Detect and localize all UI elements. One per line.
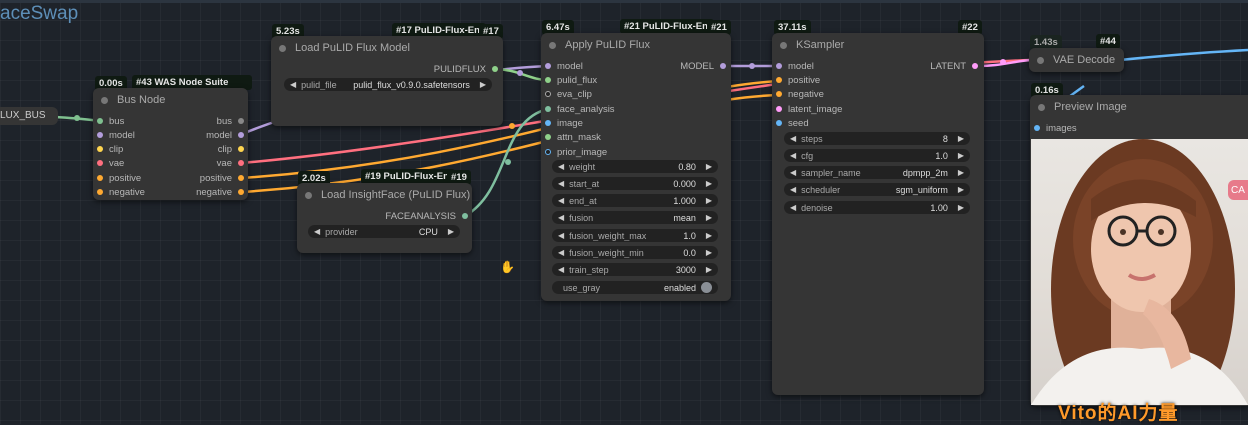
train-step-widget[interactable]: ◀ train_step 3000 ▶ (552, 263, 718, 276)
ksampler-title: KSampler (796, 39, 845, 51)
apply-pulid-title: Apply PuLID Flux (565, 39, 650, 51)
bus-in-negative[interactable]: negative (97, 187, 145, 198)
load-insight-tag: #19 PuLID-Flux-Enha (361, 169, 455, 184)
arrow-left-icon[interactable]: ◀ (314, 227, 320, 236)
apply-in-attn-mask[interactable]: attn_mask (545, 132, 601, 143)
bus-in-model[interactable]: model (97, 130, 135, 141)
cfg-widget[interactable]: ◀ cfg 1.0 ▶ (784, 149, 970, 162)
collapse-dot-icon[interactable] (305, 191, 312, 199)
end-at-widget[interactable]: ◀ end_at 1.000 ▶ (552, 194, 718, 207)
preview-in-images[interactable]: images (1034, 123, 1077, 134)
bus-in-positive[interactable]: positive (97, 173, 141, 184)
pulid-file-select[interactable]: ◀ pulid_file pulid_flux_v0.9.0.safetenso… (284, 78, 492, 91)
bus-out-vae[interactable]: vae (190, 158, 244, 169)
bus-out-positive[interactable]: positive (180, 173, 244, 184)
ksampler-node[interactable]: KSampler (772, 33, 984, 395)
ksampler-in-positive[interactable]: positive (776, 75, 820, 86)
bus-left-label: LUX_BUS (0, 110, 46, 121)
group-header-bar (0, 0, 1248, 3)
use-gray-toggle[interactable]: use_gray enabled (552, 281, 718, 294)
preview-title: Preview Image (1054, 101, 1127, 113)
bus-out-bus[interactable]: bus (190, 116, 244, 127)
collapse-dot-icon[interactable] (549, 41, 556, 49)
hand-cursor-icon: ✋ (500, 260, 515, 274)
apply-output-model[interactable]: MODEL (660, 61, 726, 72)
vae-decode-node[interactable]: VAE Decode (1029, 48, 1124, 72)
ksampler-output-latent[interactable]: LATENT (910, 61, 978, 72)
bus-out-clip[interactable]: clip (190, 144, 244, 155)
apply-in-eva-clip[interactable]: eva_clip (545, 89, 592, 100)
watermark-text: Vito的AI力量 (1058, 403, 1179, 424)
load-insight-title: Load InsightFace (PuLID Flux) (321, 189, 471, 201)
vae-decode-id: #44 (1096, 34, 1120, 49)
side-panel-button[interactable]: CA (1228, 180, 1248, 200)
fusion-weight-min-widget[interactable]: ◀ fusion_weight_min 0.0 ▶ (552, 246, 718, 259)
denoise-widget[interactable]: ◀ denoise 1.00 ▶ (784, 201, 970, 214)
collapse-dot-icon[interactable] (279, 44, 286, 52)
load-insight-output[interactable]: FACEANALYSIS (360, 211, 468, 222)
steps-widget[interactable]: ◀ steps 8 ▶ (784, 132, 970, 145)
bus-in-clip[interactable]: clip (97, 144, 123, 155)
apply-in-pulid-flux[interactable]: pulid_flux (545, 75, 597, 86)
collapse-dot-icon[interactable] (101, 96, 108, 104)
arrow-right-icon[interactable]: ▶ (448, 227, 454, 236)
toggle-knob-icon[interactable] (701, 282, 712, 293)
bus-out-negative[interactable]: negative (180, 187, 244, 198)
sampler-name-widget[interactable]: ◀ sampler_name dpmpp_2m ▶ (784, 166, 970, 179)
apply-in-model[interactable]: model (545, 61, 583, 72)
ksampler-in-negative[interactable]: negative (776, 89, 824, 100)
arrow-left-icon[interactable]: ◀ (290, 80, 296, 89)
bus-in-bus[interactable]: bus (97, 116, 124, 127)
load-pulid-title: Load PuLID Flux Model (295, 42, 410, 54)
bus-in-vae[interactable]: vae (97, 158, 124, 169)
load-pulid-output[interactable]: PULIDFLUX (400, 64, 498, 75)
provider-select[interactable]: ◀ provider CPU ▶ (308, 225, 460, 238)
vae-decode-title: VAE Decode (1053, 54, 1116, 66)
bus-node-title: Bus Node (117, 94, 166, 106)
scheduler-widget[interactable]: ◀ scheduler sgm_uniform ▶ (784, 183, 970, 196)
ksampler-in-seed[interactable]: seed (776, 118, 809, 129)
apply-in-prior-image[interactable]: prior_image (545, 147, 607, 158)
ksampler-in-latent[interactable]: latent_image (776, 104, 842, 115)
collapse-dot-icon[interactable] (1038, 103, 1045, 111)
apply-in-face-analysis[interactable]: face_analysis (545, 104, 615, 115)
arrow-right-icon[interactable]: ▶ (480, 80, 486, 89)
group-title: aceSwap (0, 3, 79, 24)
apply-pulid-tag: #21 PuLID-Flux-Enha (620, 19, 714, 34)
start-at-widget[interactable]: ◀ start_at 0.000 ▶ (552, 177, 718, 190)
collapse-dot-icon[interactable] (1037, 56, 1044, 64)
collapse-dot-icon[interactable] (780, 41, 787, 49)
bus-left-node[interactable]: LUX_BUS (0, 107, 58, 125)
fusion-weight-max-widget[interactable]: ◀ fusion_weight_max 1.0 ▶ (552, 229, 718, 242)
weight-widget[interactable]: ◀ weight 0.80 ▶ (552, 160, 718, 173)
ksampler-in-model[interactable]: model (776, 61, 814, 72)
apply-in-image[interactable]: image (545, 118, 583, 129)
bus-out-model[interactable]: model (190, 130, 244, 141)
fusion-widget[interactable]: ◀ fusion mean ▶ (552, 211, 718, 224)
preview-image (1031, 139, 1248, 405)
